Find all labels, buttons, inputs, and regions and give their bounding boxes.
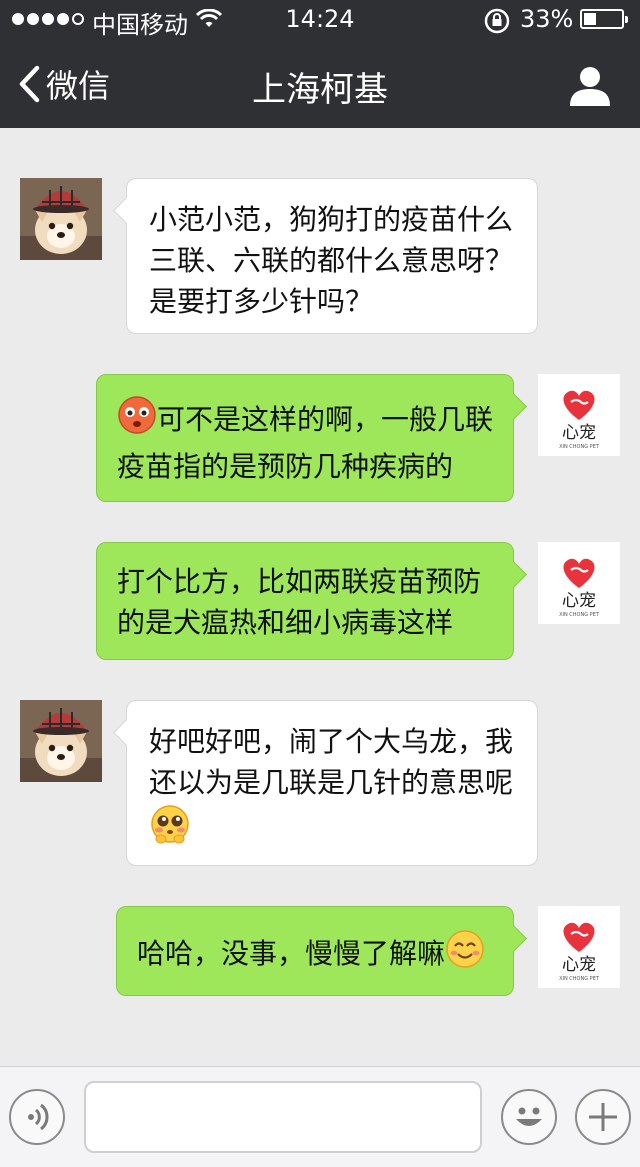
plus-icon [589, 1103, 617, 1131]
message-text: 小范小范，狗狗打的疫苗什么三联、六联的都什么意思呀？是要打多少针吗？ [149, 203, 514, 318]
shy-emoji-icon [149, 803, 191, 856]
message-text: 哈哈，没事，慢慢了解嘛 [137, 937, 446, 970]
message-bubble[interactable]: 好吧好吧，闹了个大乌龙，我还以为是几联是几针的意思呢 [113, 700, 538, 866]
message-bubble[interactable]: 可不是这样的啊，一般几联疫苗指的是预防几种疾病的 [96, 374, 527, 502]
contact-avatar[interactable] [20, 178, 102, 260]
battery-percent: 33% [520, 5, 574, 33]
person-icon[interactable] [568, 64, 612, 108]
battery-level [584, 13, 596, 25]
message-text: 好吧好吧，闹了个大乌龙，我还以为是几联是几针的意思呢 [149, 725, 514, 799]
message-bubble[interactable]: 打个比方，比如两联疫苗预防的是犬瘟热和细小病毒这样 [96, 542, 527, 660]
emoji-button[interactable] [501, 1089, 557, 1145]
back-button[interactable]: 微信 [18, 62, 110, 106]
status-bar: 中国移动 14:24 33% [0, 0, 640, 40]
brand-logo-subtext: XIN CHONG PET [559, 444, 600, 450]
user-avatar[interactable]: 心宠 XIN CHONG PET [538, 542, 620, 624]
chat-title: 上海柯基 [252, 70, 388, 110]
emoji-face-icon [516, 1107, 542, 1126]
contact-avatar[interactable] [20, 700, 102, 782]
brand-logo-subtext: XIN CHONG PET [559, 612, 600, 618]
voice-input-button[interactable] [9, 1089, 65, 1145]
top-bar: 中国移动 14:24 33% 微信 上海柯基 [0, 0, 640, 128]
brand-logo-text: 心宠 [562, 423, 596, 443]
message-text: 打个比方，比如两联疫苗预防的是犬瘟热和细小病毒这样 [117, 565, 482, 639]
battery-icon [580, 9, 628, 29]
chat-area[interactable]: 小范小范，狗狗打的疫苗什么三联、六联的都什么意思呀？是要打多少针吗？ 心宠 XI… [0, 128, 640, 1066]
input-bar [0, 1066, 640, 1167]
message-input[interactable] [84, 1081, 482, 1153]
chevron-left-icon [19, 65, 40, 103]
brand-logo-subtext: XIN CHONG PET [559, 976, 600, 982]
message-bubble[interactable]: 哈哈，没事，慢慢了解嘛 [116, 906, 527, 996]
blush-emoji-icon [117, 395, 157, 446]
more-actions-button[interactable] [575, 1089, 631, 1145]
message-bubble[interactable]: 小范小范，狗狗打的疫苗什么三联、六联的都什么意思呀？是要打多少针吗？ [113, 178, 538, 334]
back-label: 微信 [46, 67, 111, 105]
brand-logo-text: 心宠 [562, 591, 596, 611]
message-text: 可不是这样的啊，一般几联疫苗指的是预防几种疾病的 [117, 403, 494, 483]
user-avatar[interactable]: 心宠 XIN CHONG PET [538, 374, 620, 456]
rotation-lock-icon [484, 8, 510, 34]
user-avatar[interactable]: 心宠 XIN CHONG PET [538, 906, 620, 988]
voice-icon [28, 1103, 49, 1131]
brand-logo-text: 心宠 [562, 955, 596, 975]
smile-emoji-icon [445, 929, 485, 980]
